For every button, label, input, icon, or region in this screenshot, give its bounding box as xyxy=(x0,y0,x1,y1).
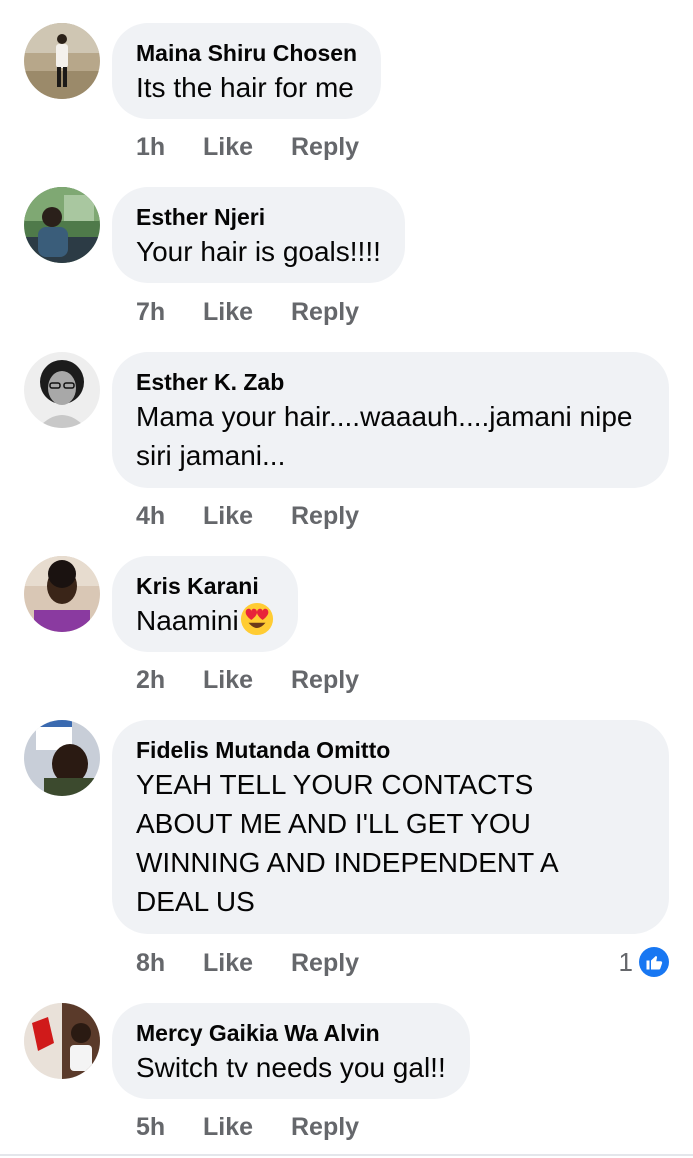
avatar[interactable] xyxy=(24,1003,100,1079)
avatar-photo xyxy=(24,556,100,632)
comment-text: YEAH TELL YOUR CONTACTS ABOUT ME AND I'L… xyxy=(136,769,558,917)
comment-author[interactable]: Fidelis Mutanda Omitto xyxy=(136,735,645,765)
like-button[interactable]: Like xyxy=(203,132,291,162)
comment-author[interactable]: Mercy Gaikia Wa Alvin xyxy=(136,1018,446,1048)
avatar-photo xyxy=(24,1003,100,1079)
comment-time[interactable]: 1h xyxy=(136,132,203,162)
comment-time[interactable]: 2h xyxy=(136,665,203,695)
divider xyxy=(0,1154,693,1156)
avatar[interactable] xyxy=(24,556,100,632)
comment-text: Switch tv needs you gal!! xyxy=(136,1052,446,1083)
reply-button[interactable]: Reply xyxy=(291,948,359,978)
avatar-photo xyxy=(24,23,100,99)
avatar-photo xyxy=(24,352,100,428)
comment-bubble: Fidelis Mutanda Omitto YEAH TELL YOUR CO… xyxy=(112,720,669,934)
reply-button[interactable]: Reply xyxy=(291,665,359,695)
comment-bubble: Esther Njeri Your hair is goals!!!! xyxy=(112,187,405,283)
comment-text: Naamini xyxy=(136,605,239,636)
comment-time[interactable]: 4h xyxy=(136,501,203,531)
reply-button[interactable]: Reply xyxy=(291,501,359,531)
comment-actions: 8h Like Reply xyxy=(136,948,359,978)
avatar[interactable] xyxy=(24,720,100,796)
reply-button[interactable]: Reply xyxy=(291,297,359,327)
avatar[interactable] xyxy=(24,352,100,428)
comment-author[interactable]: Kris Karani xyxy=(136,571,274,601)
avatar[interactable] xyxy=(24,23,100,99)
comment-author[interactable]: Maina Shiru Chosen xyxy=(136,38,357,68)
avatar-photo xyxy=(24,187,100,263)
like-button[interactable]: Like xyxy=(203,1112,291,1142)
avatar-photo xyxy=(24,720,100,796)
comment-time[interactable]: 8h xyxy=(136,948,203,978)
comment-text: Its the hair for me xyxy=(136,72,354,103)
avatar[interactable] xyxy=(24,187,100,263)
comment-bubble: Maina Shiru Chosen Its the hair for me xyxy=(112,23,382,119)
comment-text: Your hair is goals!!!! xyxy=(136,236,381,267)
comment-actions: 2h Like Reply xyxy=(136,665,359,695)
thumbs-up-icon xyxy=(639,947,669,977)
comment-text-line: Naamini xyxy=(136,601,274,640)
comment-bubble: Mercy Gaikia Wa Alvin Switch tv needs yo… xyxy=(112,1003,470,1099)
reply-button[interactable]: Reply xyxy=(291,132,359,162)
comment-time[interactable]: 5h xyxy=(136,1112,203,1142)
like-button[interactable]: Like xyxy=(203,665,291,695)
heart-eyes-emoji-icon xyxy=(240,602,273,636)
reply-button[interactable]: Reply xyxy=(291,1112,359,1142)
comment-author[interactable]: Esther Njeri xyxy=(136,202,381,232)
comment-actions: 7h Like Reply xyxy=(136,297,359,327)
like-button[interactable]: Like xyxy=(203,297,291,327)
comment-bubble: Esther K. Zab Mama your hair....waaauh..… xyxy=(112,352,669,488)
comment-text: Mama your hair....waaauh....jamani nipe … xyxy=(136,401,633,471)
comment-author[interactable]: Esther K. Zab xyxy=(136,367,645,397)
reaction-count: 1 xyxy=(618,947,633,977)
comment-time[interactable]: 7h xyxy=(136,297,203,327)
comment-actions: 1h Like Reply xyxy=(136,132,359,162)
like-button[interactable]: Like xyxy=(203,948,291,978)
comment-bubble: Kris Karani Naamini xyxy=(112,556,298,652)
like-button[interactable]: Like xyxy=(203,501,291,531)
reaction-summary[interactable]: 1 xyxy=(619,947,669,977)
comment-actions: 5h Like Reply xyxy=(136,1112,359,1142)
comment-actions: 4h Like Reply xyxy=(136,501,359,531)
